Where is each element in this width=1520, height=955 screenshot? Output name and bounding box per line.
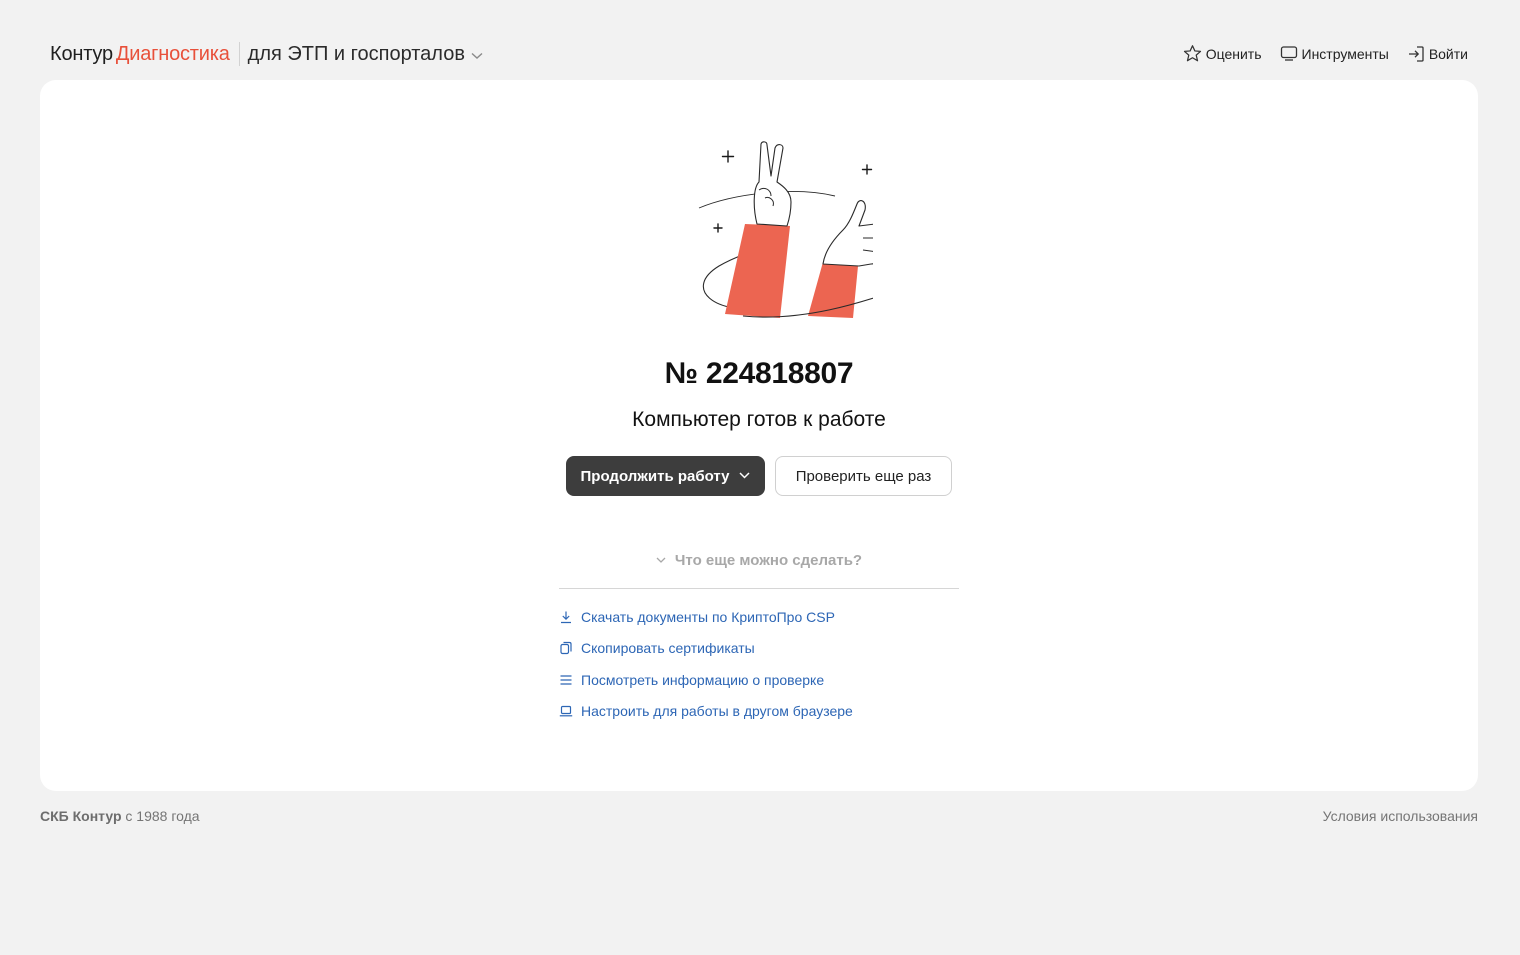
continue-work-button[interactable]: Продолжить работу <box>566 456 765 496</box>
chevron-down-icon <box>471 52 483 59</box>
download-icon <box>559 610 573 624</box>
check-again-button[interactable]: Проверить еще раз <box>775 456 952 496</box>
diagnostic-ticket-number: № 224818807 <box>664 357 854 390</box>
rate-label: Оценить <box>1205 45 1262 62</box>
tools-label: Инструменты <box>1301 45 1389 62</box>
brand-company-name: Контур <box>50 42 113 65</box>
chevron-down-icon <box>656 557 666 563</box>
more-actions-toggle[interactable]: Что еще можно сделать? <box>559 548 959 572</box>
view-check-info-link[interactable]: Посмотреть информацию о проверке <box>559 664 959 696</box>
copy-certificates-label: Скопировать сертификаты <box>581 640 755 657</box>
copy-icon <box>559 641 573 655</box>
setup-other-browser-label: Настроить для работы в другом браузере <box>581 703 853 720</box>
login-button[interactable]: Войти <box>1407 45 1468 63</box>
check-again-label: Проверить еще раз <box>795 467 932 485</box>
hands-illustration <box>653 138 899 328</box>
more-actions-section: Что еще можно сделать? Скачать документы… <box>559 548 959 727</box>
more-actions-list: Скачать документы по КриптоПро CSP Скопи… <box>559 601 959 727</box>
copy-certificates-link[interactable]: Скопировать сертификаты <box>559 633 959 665</box>
more-actions-label: Что еще можно сделать? <box>674 551 863 569</box>
download-cryptopro-docs-label: Скачать документы по КриптоПро CSP <box>581 608 835 625</box>
more-actions-divider <box>559 588 959 589</box>
chevron-down-icon <box>739 471 751 479</box>
footer-company: СКБ Контур <box>40 808 122 824</box>
login-label: Войти <box>1428 45 1468 62</box>
audience-label: для ЭТП и госпорталов <box>247 42 465 65</box>
page-header: Контур Диагностика для ЭТП и госпорталов… <box>0 0 1520 80</box>
diagnostics-result-card: № 224818807 Компьютер готов к работе Про… <box>40 80 1478 791</box>
brand-product-name: Диагностика <box>115 42 230 65</box>
monitor-icon <box>1280 45 1298 62</box>
footer-copyright: СКБ Контур с 1988 года <box>40 808 200 824</box>
result-actions: Продолжить работу Проверить еще раз <box>566 456 952 496</box>
diagnostic-status-text: Компьютер готов к работе <box>632 408 886 431</box>
tools-button[interactable]: Инструменты <box>1280 45 1389 62</box>
login-icon <box>1407 45 1425 63</box>
continue-work-label: Продолжить работу <box>580 467 730 485</box>
rate-button[interactable]: Оценить <box>1183 44 1262 63</box>
audience-selector[interactable]: для ЭТП и госпорталов <box>248 43 483 66</box>
brand-logo[interactable]: Контур Диагностика для ЭТП и госпорталов <box>50 41 483 67</box>
top-navigation: Оценить Инструменты Войти <box>1183 44 1468 63</box>
footer-since: с 1988 года <box>125 808 200 824</box>
setup-other-browser-link[interactable]: Настроить для работы в другом браузере <box>559 696 959 728</box>
star-icon <box>1183 44 1202 63</box>
terms-of-use-link[interactable]: Условия использования <box>1323 808 1478 824</box>
view-check-info-label: Посмотреть информацию о проверке <box>581 671 825 688</box>
download-cryptopro-docs-link[interactable]: Скачать документы по КриптоПро CSP <box>559 601 959 633</box>
list-icon <box>559 673 573 687</box>
brand-divider <box>238 42 240 66</box>
laptop-icon <box>559 704 573 718</box>
